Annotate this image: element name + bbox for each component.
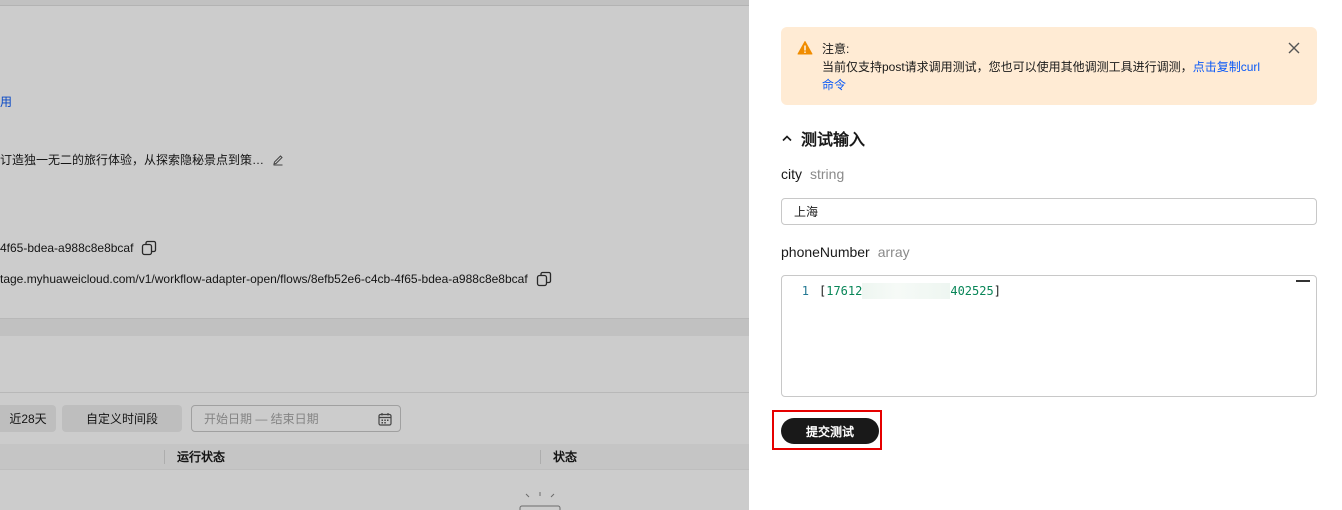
background-top-bar — [0, 0, 749, 6]
background-description: 订造独一无二的旅行体验，从探索隐秘景点到策… — [0, 151, 284, 168]
notice-body: 当前仅支持post请求调用测试，您也可以使用其他调测工具进行调测，点击复制cur… — [822, 58, 1272, 94]
test-input-section-toggle[interactable]: 测试输入 — [781, 126, 865, 150]
calendar-icon — [378, 412, 392, 426]
notice-banner: 注意: 当前仅支持post请求调用测试，您也可以使用其他调测工具进行调测，点击复… — [781, 27, 1317, 105]
empty-state-icon — [519, 492, 561, 510]
close-icon[interactable] — [1287, 41, 1301, 55]
section-divider — [0, 318, 749, 336]
flow-id-text: 4f65-bdea-a988c8e8bcaf — [0, 241, 134, 255]
background-page: 用 订造独一无二的旅行体验，从探索隐秘景点到策… 4f65-bdea-a988c… — [0, 0, 749, 510]
city-input[interactable] — [781, 198, 1317, 225]
test-drawer: 注意: 当前仅支持post请求调用测试，您也可以使用其他调测工具进行调测，点击复… — [749, 0, 1342, 510]
code-line: 1 [ 17612 402525 ] — [782, 283, 1001, 299]
background-flow-id: 4f65-bdea-a988c8e8bcaf — [0, 240, 157, 256]
code-value-prefix: 17612 — [826, 284, 863, 298]
edit-icon[interactable] — [272, 154, 284, 166]
city-param-type: string — [810, 166, 845, 182]
chevron-up-icon — [782, 135, 792, 142]
notice-title: 注意: — [822, 42, 850, 56]
column-header-run-status: 运行状态 — [164, 450, 225, 464]
background-link[interactable]: 用 — [0, 93, 12, 110]
date-range-placeholder: 开始日期 — 结束日期 — [204, 412, 319, 426]
city-param-name: city — [781, 166, 802, 182]
filter-recent-28-days[interactable]: 近28天 — [0, 405, 56, 432]
notice-text: 当前仅支持post请求调用测试，您也可以使用其他调测工具进行调测， — [822, 60, 1193, 74]
code-bracket-close: ] — [993, 284, 1001, 298]
submit-test-button[interactable]: 提交测试 — [781, 418, 879, 444]
code-value-suffix: 402525 — [950, 284, 994, 298]
flow-url-text: tage.myhuaweicloud.com/v1/workflow-adapt… — [0, 272, 528, 286]
copy-icon[interactable] — [536, 271, 552, 287]
warning-icon — [797, 41, 813, 55]
date-range-picker[interactable]: 开始日期 — 结束日期 — [191, 405, 401, 432]
code-content[interactable]: [ 17612 402525 ] — [819, 283, 1001, 299]
table-header: 运行状态 状态 — [0, 444, 749, 470]
background-flow-url: tage.myhuaweicloud.com/v1/workflow-adapt… — [0, 271, 552, 287]
line-number: 1 — [801, 284, 809, 298]
column-header-status: 状态 — [540, 450, 577, 464]
section-title: 测试输入 — [801, 132, 866, 149]
description-text: 订造独一无二的旅行体验，从探索隐秘景点到策… — [0, 153, 265, 167]
filter-custom-range[interactable]: 自定义时间段 — [62, 405, 182, 432]
phone-param-name: phoneNumber — [781, 244, 870, 260]
section-divider — [0, 392, 749, 393]
collapse-icon[interactable] — [1296, 280, 1310, 283]
phone-param-type: array — [877, 244, 910, 260]
code-bracket-open: [ — [819, 284, 827, 298]
redacted-region — [862, 283, 951, 299]
phone-code-editor[interactable]: 1 [ 17612 402525 ] — [781, 275, 1317, 397]
copy-icon[interactable] — [141, 240, 157, 256]
city-field-label: city string — [781, 166, 844, 182]
phone-field-label: phoneNumber array — [781, 244, 910, 260]
